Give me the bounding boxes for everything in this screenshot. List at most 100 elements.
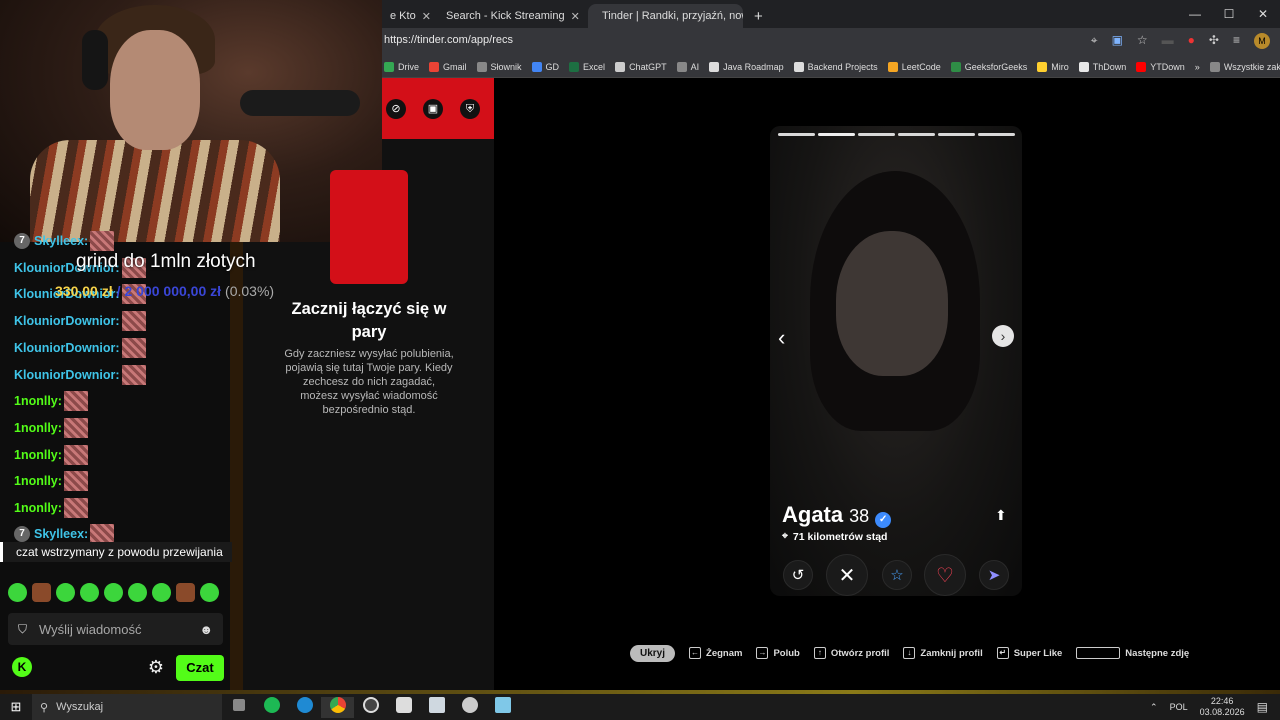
chat-username[interactable]: 1nonlly:: [14, 474, 62, 488]
bookmark-item[interactable]: Drive: [384, 61, 419, 72]
chat-username[interactable]: 1nonlly:: [14, 448, 62, 462]
obs-icon[interactable]: [354, 696, 387, 718]
chat-message[interactable]: KlouniorDownior:: [14, 310, 146, 332]
chat-message[interactable]: 1nonlly:: [14, 470, 88, 492]
chat-message[interactable]: KlouniorDownior:: [14, 364, 146, 386]
media-icon[interactable]: ≡: [1233, 33, 1240, 49]
super-like-button[interactable]: ☆: [882, 560, 912, 590]
notepad-icon[interactable]: [486, 696, 519, 718]
close-window-icon[interactable]: ✕: [1246, 0, 1280, 28]
language-indicator[interactable]: POL: [1170, 702, 1188, 712]
emote-6[interactable]: [128, 583, 147, 602]
photo-indicator[interactable]: [938, 133, 975, 136]
windows-start-icon[interactable]: ⊞: [0, 699, 32, 715]
app-icon[interactable]: [387, 696, 420, 718]
hide-shortcuts-button[interactable]: Ukryj: [630, 644, 676, 662]
shield-safety-icon[interactable]: ⛨: [460, 99, 480, 119]
photo-indicator[interactable]: [778, 133, 815, 136]
url-field[interactable]: https://tinder.com/app/recs: [382, 34, 513, 46]
emote-3[interactable]: [56, 583, 75, 602]
bookmark-item[interactable]: Excel: [569, 61, 605, 72]
files-icon[interactable]: [420, 696, 453, 718]
tab-2[interactable]: Search - Kick Streaming ✕: [432, 4, 582, 28]
bookmark-item[interactable]: »: [1195, 62, 1200, 72]
chat-username[interactable]: 1nonlly:: [14, 501, 62, 515]
tab-1[interactable]: e Kto ✕: [382, 4, 432, 28]
extensions-icon[interactable]: ✣: [1209, 33, 1219, 49]
chat-username[interactable]: Skylleex:: [34, 234, 88, 248]
emote-5[interactable]: [104, 583, 123, 602]
bookmark-item[interactable]: ChatGPT: [615, 61, 667, 72]
bookmark-item[interactable]: Gmail: [429, 61, 467, 72]
tab-3[interactable]: Tinder | Randki, przyjaźń, nowe ✕: [588, 4, 743, 28]
spotify-icon[interactable]: [255, 696, 288, 718]
chat-input[interactable]: ⛉ Wyślij wiadomość ☻: [8, 613, 223, 645]
chat-username[interactable]: Skylleex:: [34, 527, 88, 541]
chat-username[interactable]: KlouniorDownior:: [14, 341, 120, 355]
bookmark-item[interactable]: Backend Projects: [793, 61, 878, 72]
nope-button[interactable]: ✕: [826, 554, 868, 596]
extension-2-icon[interactable]: ●: [1188, 33, 1195, 49]
minimize-icon[interactable]: —: [1178, 0, 1212, 28]
chat-message[interactable]: 1nonlly:: [14, 390, 88, 412]
bookmark-item[interactable]: YTDown: [1136, 61, 1185, 72]
settings-icon[interactable]: [453, 696, 486, 718]
emote-2[interactable]: [32, 583, 51, 602]
boost-button[interactable]: ➤: [979, 560, 1009, 590]
tray-arrow-icon[interactable]: ⌃: [1150, 702, 1158, 713]
cast-icon[interactable]: ▣: [1112, 33, 1123, 49]
chat-message[interactable]: KlouniorDownior:: [14, 337, 146, 359]
chat-message[interactable]: 7 Skylleex:: [14, 230, 115, 252]
shield-icon[interactable]: ⛉: [18, 622, 27, 637]
task-view-icon[interactable]: [222, 698, 255, 716]
chat-username[interactable]: 1nonlly:: [14, 421, 62, 435]
briefcase-icon[interactable]: ▣: [423, 99, 443, 119]
emote-4[interactable]: [80, 583, 99, 602]
extension-1-icon[interactable]: ▬: [1162, 33, 1174, 49]
photo-indicator[interactable]: [898, 133, 935, 136]
taskbar-search[interactable]: ⚲ Wyszukaj: [32, 694, 222, 720]
bookmark-item[interactable]: Java Roadmap: [709, 61, 784, 72]
chat-message[interactable]: 1nonlly:: [14, 417, 88, 439]
explore-icon[interactable]: ⊘: [386, 99, 406, 119]
bookmark-item[interactable]: AI: [676, 61, 699, 72]
bookmark-item[interactable]: LeetCode: [887, 61, 941, 72]
bookmark-item[interactable]: GD: [531, 61, 559, 72]
chat-username[interactable]: 1nonlly:: [14, 394, 62, 408]
emote-1[interactable]: [8, 583, 27, 602]
chat-username[interactable]: KlouniorDownior:: [14, 368, 120, 382]
emoji-icon[interactable]: ☻: [199, 622, 213, 637]
edge-icon[interactable]: [288, 696, 321, 718]
clock[interactable]: 22:46 03.08.2026: [1200, 696, 1245, 718]
chat-username[interactable]: KlouniorDownior:: [14, 314, 120, 328]
emote-8[interactable]: [176, 583, 195, 602]
notifications-icon[interactable]: ▤: [1257, 700, 1268, 714]
new-tab-button[interactable]: +: [746, 4, 770, 28]
bookmark-item[interactable]: Miro: [1037, 61, 1069, 72]
gear-icon[interactable]: ⚙: [146, 657, 166, 677]
kick-logo-icon[interactable]: K: [12, 657, 32, 677]
next-photo-icon[interactable]: ›: [992, 325, 1014, 347]
location-icon[interactable]: ⌖: [1091, 33, 1098, 49]
profile-avatar-icon[interactable]: M: [1254, 33, 1270, 49]
chat-message[interactable]: 1nonlly:: [14, 444, 88, 466]
photo-indicator[interactable]: [978, 133, 1015, 136]
star-icon[interactable]: ☆: [1137, 33, 1148, 49]
photo-indicator[interactable]: [818, 133, 855, 136]
open-profile-icon[interactable]: ⬆: [995, 507, 1007, 524]
maximize-icon[interactable]: ☐: [1212, 0, 1246, 28]
emote-7[interactable]: [152, 583, 171, 602]
bookmark-item[interactable]: Słownik: [476, 61, 522, 72]
bookmark-item[interactable]: ThDown: [1078, 61, 1126, 72]
photo-indicator[interactable]: [858, 133, 895, 136]
chrome-icon[interactable]: [321, 696, 354, 718]
bookmark-item[interactable]: GeeksforGeeks: [950, 61, 1027, 72]
previous-photo-icon[interactable]: ‹: [778, 325, 785, 351]
emote-9[interactable]: [200, 583, 219, 602]
close-icon[interactable]: ✕: [571, 10, 580, 23]
rewind-button[interactable]: ↺: [783, 560, 813, 590]
close-icon[interactable]: ✕: [422, 10, 431, 23]
like-button[interactable]: ♡: [924, 554, 966, 596]
bookmark-item[interactable]: Wszystkie zakła: [1209, 61, 1280, 72]
send-chat-button[interactable]: Czat: [176, 655, 224, 681]
